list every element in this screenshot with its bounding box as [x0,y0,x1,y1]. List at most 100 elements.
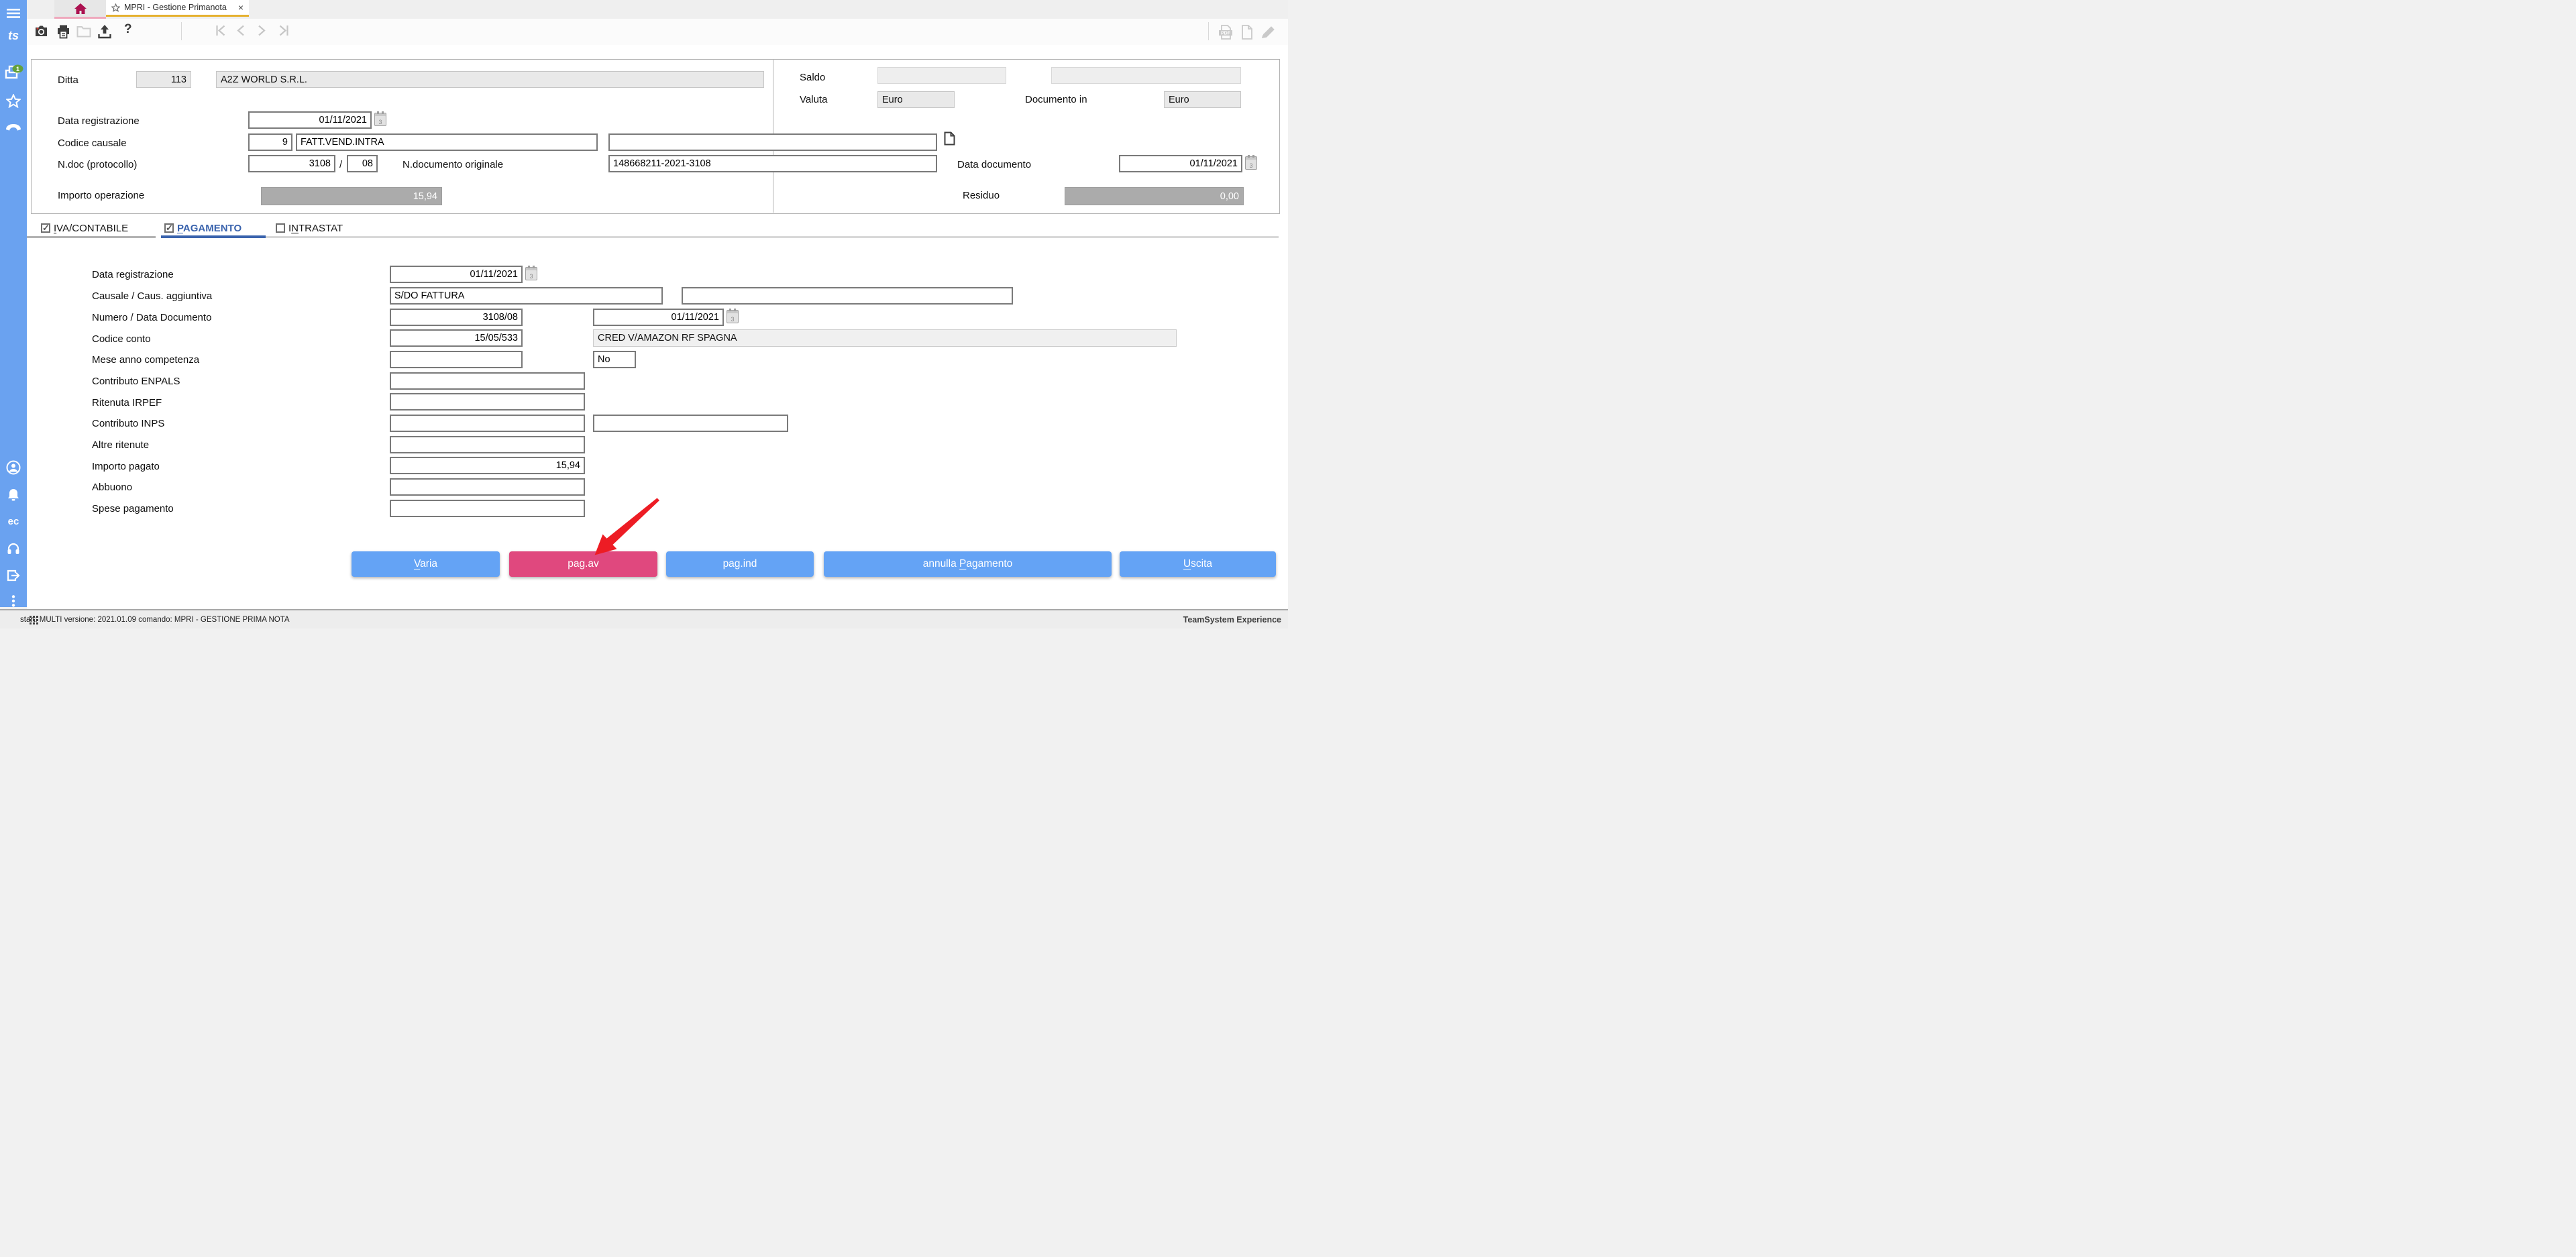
codice-causale-desc-field[interactable] [296,133,598,151]
ndoc-orig-field[interactable] [608,155,937,172]
document-tab[interactable]: MPRI - Gestione Primanota × [106,0,249,17]
pag-inps-extra-field[interactable] [593,415,788,432]
nav-first-icon[interactable] [215,25,227,40]
ndoc-field[interactable] [248,155,335,172]
pag-conto-desc-field: CRED V/AMAZON RF SPAGNA [593,329,1177,347]
ndoc-suffix-field[interactable] [347,155,378,172]
saldo-field-2 [1051,67,1241,84]
status-bar: start: MULTI versione: 2021.01.09 comand… [0,609,1288,628]
pag-irpef-field[interactable] [390,393,585,411]
tab-pagamento-checkbox[interactable] [164,223,174,233]
valuta-label: Valuta [800,94,827,105]
svg-text:PDF: PDF [1221,32,1231,36]
toolbar-right-divider [1208,22,1209,40]
valuta-field: Euro [877,91,955,108]
more-icon[interactable] [0,596,27,606]
pag-codice-conto-field[interactable] [390,329,523,347]
pag-causale-aggiuntiva-field[interactable] [682,287,1013,305]
screenshot-icon[interactable] [34,25,49,42]
calendar-icon[interactable]: 3 [525,267,537,280]
residuo-field: 0,00 [1065,187,1244,205]
pag-data-registrazione-label: Data registrazione [92,269,174,280]
tab-intrastat[interactable]: INTRASTAT [288,223,343,234]
documento-in-label: Documento in [1025,94,1087,105]
help-icon[interactable]: ? [124,22,132,37]
account-icon[interactable] [0,460,27,475]
nav-prev-icon[interactable] [236,25,246,40]
pag-data-documento-field[interactable] [593,309,724,326]
status-text: start: MULTI versione: 2021.01.09 comand… [20,616,290,624]
pag-enpals-field[interactable] [390,372,585,390]
tasks-icon[interactable]: 1 [0,64,27,80]
print-icon[interactable] [56,25,70,42]
pag-mese-anno-field[interactable] [390,351,523,368]
pag-av-button[interactable]: pag.av [509,551,657,577]
main-content: Ditta 113 A2Z WORLD S.R.L. Saldo Valuta … [27,45,1288,609]
pag-inps-field[interactable] [390,415,585,432]
app-grid-icon[interactable] [30,616,38,628]
teamsystem-logo: ts [0,28,27,43]
tab-iva-checkbox[interactable] [41,223,50,233]
brand-text: TeamSystem Experience [1183,615,1281,624]
pag-altre-ritenute-field[interactable] [390,436,585,453]
data-documento-field[interactable] [1119,155,1242,172]
data-registrazione-field[interactable] [248,111,372,129]
close-icon[interactable]: × [238,3,244,12]
saldo-label: Saldo [800,72,825,83]
ndoc-separator: / [339,159,342,170]
ndoc-orig-label: N.documento originale [402,159,503,170]
new-document-icon[interactable] [1241,25,1253,43]
pag-codice-conto-label: Codice conto [92,333,151,345]
uscita-button[interactable]: Uscita [1120,551,1276,577]
nav-last-icon[interactable] [277,25,290,40]
pag-mese-anno-flag-field[interactable] [593,351,636,368]
tab-strip: MPRI - Gestione Primanota × [27,0,1288,19]
badge-count: 1 [16,66,20,73]
saldo-field-1 [877,67,1006,84]
export-icon[interactable] [97,25,112,42]
logout-icon[interactable] [0,568,27,583]
annulla-pagamento-button[interactable]: annulla Pagamento [824,551,1112,577]
tab-iva-contabile[interactable]: IVA/CONTABILE [54,223,128,234]
tab-intrastat-checkbox[interactable] [276,223,285,233]
tab-title: MPRI - Gestione Primanota [124,3,234,12]
phone-icon[interactable] [0,121,27,135]
codice-causale-extra-field[interactable] [608,133,937,151]
pag-spese-field[interactable] [390,500,585,517]
edit-icon[interactable] [1260,25,1276,43]
pag-enpals-label: Contributo ENPALS [92,376,180,387]
pag-numero-data-label: Numero / Data Documento [92,312,211,323]
favorites-icon[interactable] [0,93,27,108]
nav-next-icon[interactable] [257,25,266,40]
calendar-icon[interactable]: 3 [727,310,739,323]
pdf-icon[interactable]: PDF [1218,25,1234,43]
calendar-icon[interactable]: 3 [1245,156,1257,170]
folder-icon[interactable] [76,25,91,41]
pag-abbuono-field[interactable] [390,478,585,496]
pag-abbuono-label: Abbuono [92,482,132,493]
tab-iva-underline [23,236,156,238]
pag-importo-pagato-field[interactable] [390,457,585,474]
pag-numero-field[interactable] [390,309,523,326]
favorite-tab-icon [111,3,120,12]
pag-spese-label: Spese pagamento [92,503,174,514]
home-icon [74,3,87,14]
notifications-icon[interactable] [0,488,27,502]
ndoc-label: N.doc (protocollo) [58,159,137,170]
sidebar: ts 1 ec [0,0,27,607]
codice-causale-field[interactable] [248,133,292,151]
tab-pagamento[interactable]: PAGAMENTO [177,223,241,234]
home-tab[interactable] [54,0,106,19]
pag-data-registrazione-field[interactable] [390,266,523,283]
pag-ind-button[interactable]: pag.ind [666,551,814,577]
pag-causale-field[interactable] [390,287,663,305]
hamburger-menu-icon[interactable] [0,8,27,19]
varia-button[interactable]: Varia [352,551,500,577]
importo-operazione-field: 15,94 [261,187,442,205]
document-icon[interactable] [944,131,955,149]
toolbar-divider [181,22,182,40]
support-icon[interactable] [0,541,27,556]
ec-logo[interactable]: ec [0,514,27,528]
pag-importo-pagato-label: Importo pagato [92,461,160,472]
calendar-icon[interactable]: 3 [374,113,386,126]
